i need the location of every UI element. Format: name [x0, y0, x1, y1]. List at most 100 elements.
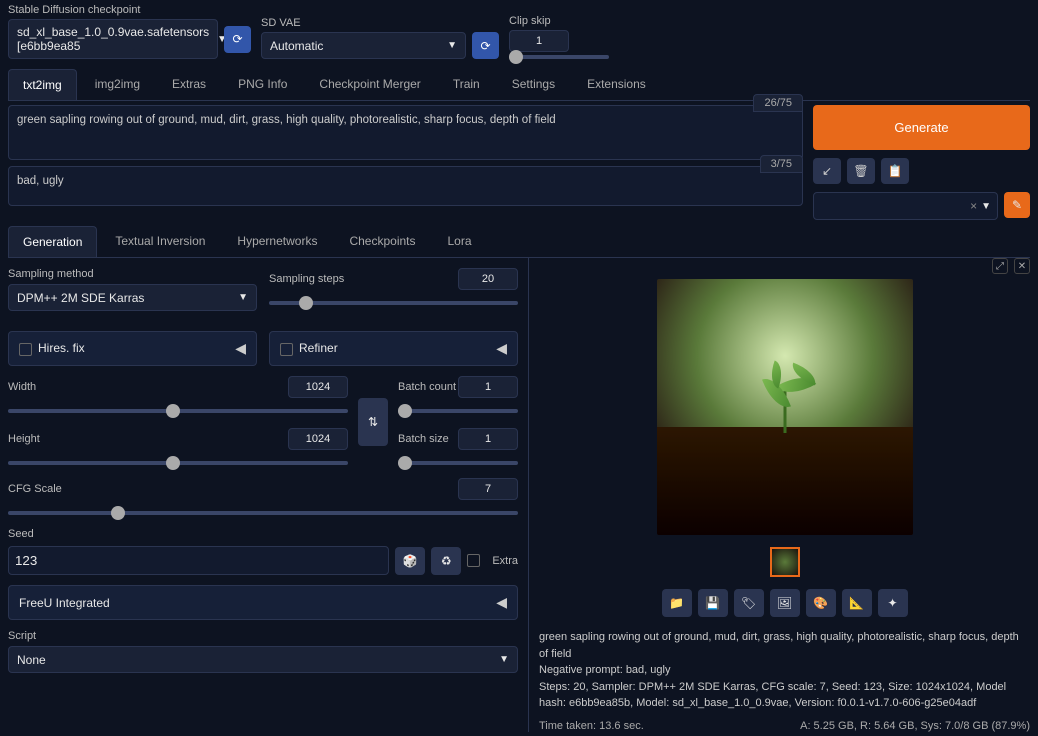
main-tabs: txt2img img2img Extras PNG Info Checkpoi…: [8, 69, 1030, 101]
cfg-label: CFG Scale: [8, 483, 62, 495]
zip-icon: 🏷: [741, 596, 756, 610]
star-icon: ✦: [887, 596, 897, 610]
trash-icon: 🗑: [853, 164, 868, 178]
clipskip-value[interactable]: 1: [509, 30, 569, 52]
paste-button[interactable]: 📋: [881, 158, 909, 184]
close-icon: ✕: [1018, 261, 1026, 272]
recycle-icon: ♻: [441, 554, 452, 568]
chevron-down-icon: ▼: [447, 40, 457, 51]
save-button[interactable]: 💾: [698, 589, 728, 617]
tab-train[interactable]: Train: [439, 69, 494, 100]
swap-dimensions-button[interactable]: ⇅: [358, 398, 388, 446]
width-slider[interactable]: [8, 409, 348, 413]
batch-size-slider[interactable]: [398, 461, 518, 465]
freeu-toggle[interactable]: FreeU Integrated ◀: [8, 585, 518, 620]
send-extras-button[interactable]: 📐: [842, 589, 872, 617]
clipboard-icon: 📋: [888, 164, 903, 178]
tab-settings[interactable]: Settings: [498, 69, 569, 100]
batch-count-value[interactable]: 1: [458, 376, 518, 398]
batch-count-slider[interactable]: [398, 409, 518, 413]
batch-size-value[interactable]: 1: [458, 428, 518, 450]
dice-icon: 🎲: [403, 554, 418, 568]
hires-fix-toggle[interactable]: Hires. fix ◀: [8, 331, 257, 366]
sub-tabs: Generation Textual Inversion Hypernetwor…: [8, 226, 1030, 258]
refiner-checkbox[interactable]: [280, 343, 293, 356]
chevron-down-icon: ▼: [499, 654, 509, 665]
close-image-button[interactable]: ✕: [1014, 258, 1030, 274]
styles-select[interactable]: × ▼: [813, 192, 998, 220]
extra-checkbox[interactable]: [467, 554, 480, 567]
vae-label: SD VAE: [261, 17, 499, 29]
output-image[interactable]: [657, 279, 913, 535]
expand-icon: ⤢: [996, 261, 1004, 272]
download-image-button[interactable]: ⤢: [992, 258, 1008, 274]
tab-checkpoint-merger[interactable]: Checkpoint Merger: [305, 69, 434, 100]
refresh-icon: ⟳: [232, 32, 242, 46]
checkpoint-refresh-button[interactable]: ⟳: [224, 26, 251, 53]
triangle-left-icon: ◀: [496, 594, 507, 611]
refresh-icon: ⟳: [480, 39, 490, 53]
grid-icon: 🖼: [777, 596, 792, 610]
negative-counter: 3/75: [760, 155, 803, 173]
reuse-seed-button[interactable]: ♻: [431, 547, 461, 575]
positive-counter: 26/75: [753, 94, 803, 112]
sampling-steps-slider[interactable]: [269, 301, 518, 305]
tab-extras[interactable]: Extras: [158, 69, 220, 100]
tab-img2img[interactable]: img2img: [81, 69, 154, 100]
seed-input[interactable]: [8, 546, 389, 575]
generate-button[interactable]: Generate: [813, 105, 1030, 150]
sampling-steps-label: Sampling steps: [269, 273, 344, 285]
subtab-generation[interactable]: Generation: [8, 226, 97, 257]
batch-count-label: Batch count: [398, 381, 456, 393]
clipskip-slider[interactable]: [509, 55, 609, 59]
height-slider[interactable]: [8, 461, 348, 465]
tab-pnginfo[interactable]: PNG Info: [224, 69, 301, 100]
chevron-down-icon: ▼: [238, 292, 248, 303]
width-label: Width: [8, 381, 36, 393]
sampling-method-select[interactable]: DPM++ 2M SDE Karras ▼: [8, 284, 257, 311]
subtab-textual-inversion[interactable]: Textual Inversion: [101, 226, 219, 257]
arrow-button[interactable]: ↙: [813, 158, 841, 184]
memory-usage: A: 5.25 GB, R: 5.64 GB, Sys: 7.0/8 GB (8…: [800, 720, 1030, 732]
clipskip-label: Clip skip: [509, 15, 609, 27]
sampling-method-label: Sampling method: [8, 268, 257, 280]
subtab-lora[interactable]: Lora: [434, 226, 486, 257]
triangle-left-icon: ◀: [235, 340, 246, 357]
negative-prompt[interactable]: 3/75 bad, ugly: [8, 166, 803, 206]
extra-label: Extra: [492, 555, 518, 567]
time-taken: Time taken: 13.6 sec.: [539, 720, 644, 732]
script-label: Script: [8, 630, 518, 642]
upscale-button[interactable]: ✦: [878, 589, 908, 617]
swap-icon: ⇅: [368, 415, 378, 429]
send-img2img-button[interactable]: 🖼: [770, 589, 800, 617]
clear-button[interactable]: 🗑: [847, 158, 875, 184]
subtab-checkpoints[interactable]: Checkpoints: [335, 226, 429, 257]
chevron-down-icon: ▼: [981, 201, 991, 212]
subtab-hypernetworks[interactable]: Hypernetworks: [223, 226, 331, 257]
output-thumbnail[interactable]: [770, 547, 800, 577]
checkpoint-label: Stable Diffusion checkpoint: [8, 4, 251, 16]
positive-prompt[interactable]: 26/75 green sapling rowing out of ground…: [8, 105, 803, 160]
zip-button[interactable]: 🏷: [734, 589, 764, 617]
height-value[interactable]: 1024: [288, 428, 348, 450]
random-seed-button[interactable]: 🎲: [395, 547, 425, 575]
vae-refresh-button[interactable]: ⟳: [472, 32, 499, 59]
save-icon: 💾: [705, 596, 720, 610]
tab-txt2img[interactable]: txt2img: [8, 69, 77, 100]
send-inpaint-button[interactable]: 🎨: [806, 589, 836, 617]
seed-label: Seed: [8, 528, 518, 540]
vae-select[interactable]: Automatic ▼: [261, 32, 466, 59]
tab-extensions[interactable]: Extensions: [573, 69, 660, 100]
sampling-steps-value[interactable]: 20: [458, 268, 518, 290]
script-select[interactable]: None ▼: [8, 646, 518, 673]
triangle-left-icon: ◀: [496, 340, 507, 357]
edit-styles-button[interactable]: ✎: [1004, 192, 1030, 218]
open-folder-button[interactable]: 📁: [662, 589, 692, 617]
refiner-toggle[interactable]: Refiner ◀: [269, 331, 518, 366]
width-value[interactable]: 1024: [288, 376, 348, 398]
hires-checkbox[interactable]: [19, 343, 32, 356]
cfg-value[interactable]: 7: [458, 478, 518, 500]
folder-icon: 📁: [669, 596, 684, 610]
checkpoint-select[interactable]: sd_xl_base_1.0_0.9vae.safetensors [e6bb9…: [8, 19, 218, 59]
cfg-slider[interactable]: [8, 511, 518, 515]
